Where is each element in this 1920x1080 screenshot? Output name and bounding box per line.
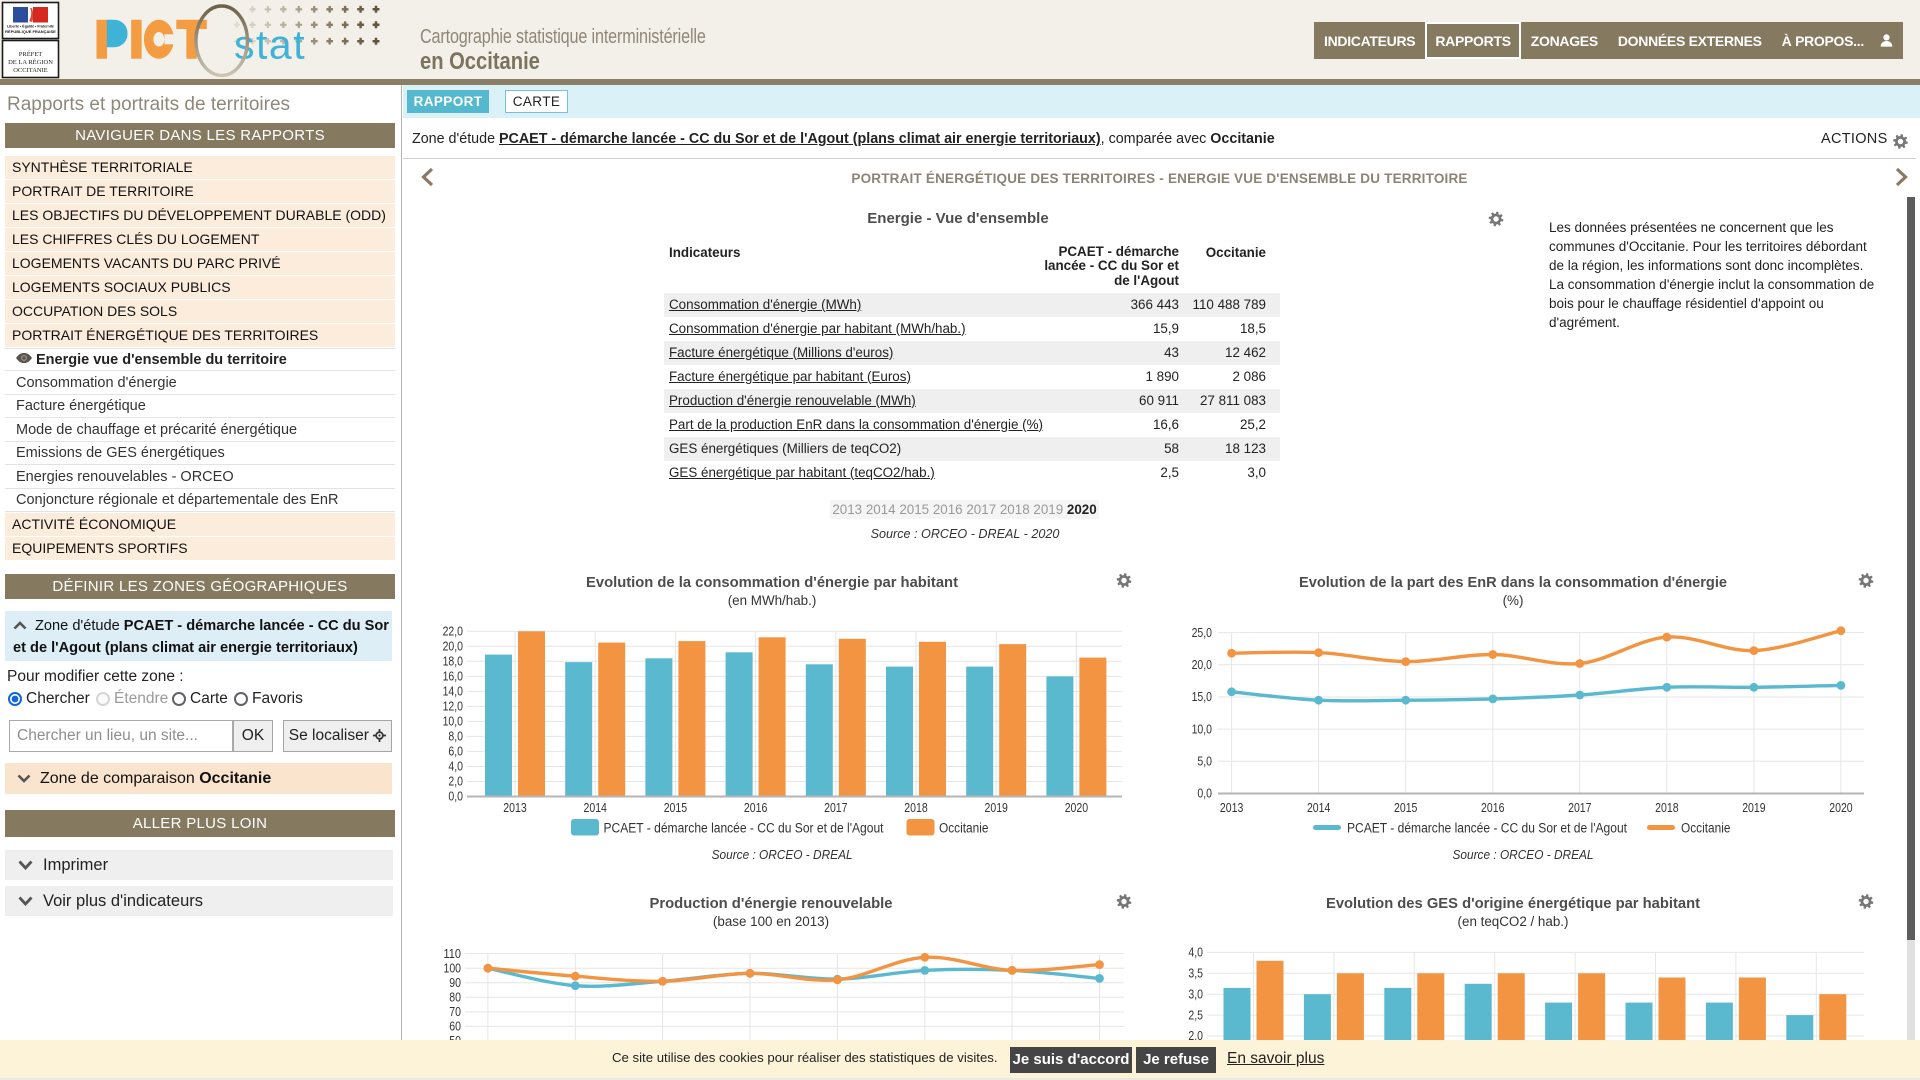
svg-text:PCAET - démarche lancée - CC d: PCAET - démarche lancée - CC du Sor et d… <box>604 821 884 836</box>
svg-text:2013: 2013 <box>1220 801 1243 815</box>
svg-text:Liberté • Égalité • Fraternité: Liberté • Égalité • Fraternité <box>7 24 54 29</box>
svg-text:110: 110 <box>444 947 462 961</box>
svg-text:2020: 2020 <box>1829 801 1852 815</box>
svg-text:OCCITANIE: OCCITANIE <box>13 67 48 74</box>
svg-text:(en MWh/hab.): (en MWh/hab.) <box>728 593 817 608</box>
svg-text:Source : ORCEO - DREAL: Source : ORCEO - DREAL <box>1453 847 1594 862</box>
svg-text:2016: 2016 <box>1481 801 1504 815</box>
svg-text:4,0: 4,0 <box>1188 946 1203 960</box>
svg-text:90: 90 <box>449 976 461 990</box>
svg-text:Occitanie: Occitanie <box>1681 821 1731 836</box>
svg-text:4,0: 4,0 <box>448 760 463 774</box>
svg-text:2013: 2013 <box>503 801 526 815</box>
svg-text:14,0: 14,0 <box>443 685 463 699</box>
svg-text:0,0: 0,0 <box>1197 787 1212 801</box>
svg-text:18,0: 18,0 <box>443 655 463 669</box>
svg-text:2016: 2016 <box>744 801 767 815</box>
svg-text:10,0: 10,0 <box>443 715 463 729</box>
svg-text:Evolution des GES d'origine én: Evolution des GES d'origine énergétique … <box>1326 895 1700 912</box>
svg-text:8,0: 8,0 <box>448 730 463 744</box>
svg-text:10,0: 10,0 <box>1192 722 1212 736</box>
svg-text:0,0: 0,0 <box>448 790 463 804</box>
svg-text:2014: 2014 <box>1307 801 1330 815</box>
svg-text:6,0: 6,0 <box>448 745 463 759</box>
svg-text:2017: 2017 <box>824 801 847 815</box>
svg-text:2014: 2014 <box>584 801 607 815</box>
svg-text:Production d'énergie renouvela: Production d'énergie renouvelable <box>650 895 893 912</box>
svg-text:5,0: 5,0 <box>1197 755 1212 769</box>
svg-text:2,5: 2,5 <box>1188 1008 1203 1022</box>
svg-text:100: 100 <box>444 961 462 975</box>
svg-text:2,0: 2,0 <box>448 775 463 789</box>
svg-text:3,5: 3,5 <box>1188 967 1203 981</box>
svg-text:Evolution de la part des EnR d: Evolution de la part des EnR dans la con… <box>1299 574 1727 591</box>
svg-text:2015: 2015 <box>1394 801 1417 815</box>
svg-text:2018: 2018 <box>1655 801 1678 815</box>
svg-text:2019: 2019 <box>985 801 1008 815</box>
svg-text:80: 80 <box>449 991 461 1005</box>
svg-text:DE LA RÉGION: DE LA RÉGION <box>8 58 53 66</box>
svg-text:16,0: 16,0 <box>443 670 463 684</box>
svg-text:PRÉFET: PRÉFET <box>19 50 43 58</box>
svg-text:3,0: 3,0 <box>1188 987 1203 1001</box>
svg-text:PCAET - démarche lancée - CC d: PCAET - démarche lancée - CC du Sor et d… <box>1347 821 1627 836</box>
svg-text:2017: 2017 <box>1568 801 1591 815</box>
svg-text:20,0: 20,0 <box>1192 658 1212 672</box>
svg-text:2,0: 2,0 <box>1188 1029 1203 1040</box>
svg-text:12,0: 12,0 <box>443 700 463 714</box>
svg-text:Source : ORCEO - DREAL: Source : ORCEO - DREAL <box>712 847 853 862</box>
svg-text:22,0: 22,0 <box>443 625 463 639</box>
svg-text:2018: 2018 <box>904 801 927 815</box>
svg-text:(en teqCO2 / hab.): (en teqCO2 / hab.) <box>1458 914 1569 929</box>
svg-text:70: 70 <box>449 1005 461 1019</box>
svg-text:RÉPUBLIQUE FRANÇAISE: RÉPUBLIQUE FRANÇAISE <box>5 29 56 34</box>
svg-text:2015: 2015 <box>664 801 687 815</box>
svg-text:15,0: 15,0 <box>1192 690 1212 704</box>
svg-text:25,0: 25,0 <box>1192 626 1212 640</box>
svg-text:Occitanie: Occitanie <box>939 821 989 836</box>
svg-text:20,0: 20,0 <box>443 640 463 654</box>
svg-text:Evolution de la consommation d: Evolution de la consommation d'énergie p… <box>586 574 958 591</box>
svg-text:60: 60 <box>449 1020 461 1034</box>
svg-text:2020: 2020 <box>1065 801 1088 815</box>
svg-text:(base 100 en 2013): (base 100 en 2013) <box>713 914 829 929</box>
svg-text:(%): (%) <box>1503 593 1524 608</box>
svg-text:2019: 2019 <box>1742 801 1765 815</box>
